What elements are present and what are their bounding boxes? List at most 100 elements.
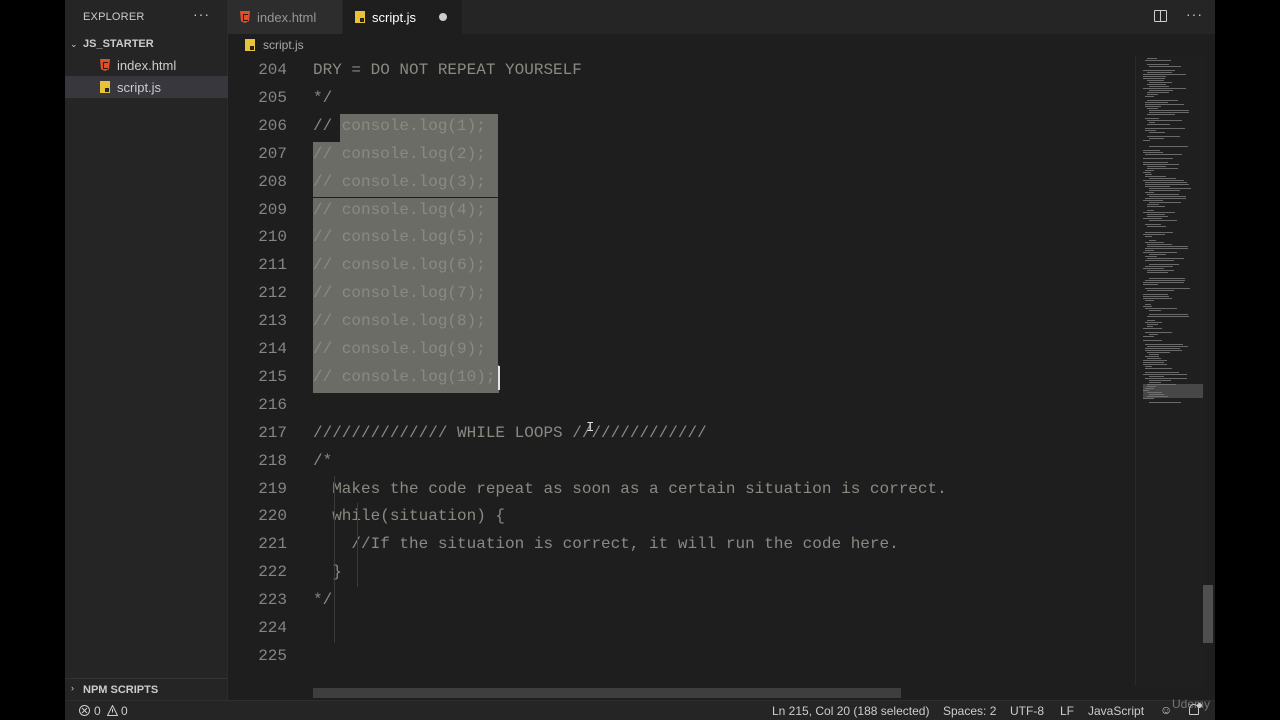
minimap-line: [1143, 172, 1151, 173]
minimap-line: [1149, 110, 1189, 111]
code-line[interactable]: 208 // console.log(3);: [228, 169, 1134, 197]
minimap-line: [1143, 362, 1164, 363]
line-number: 216: [258, 395, 287, 414]
minimap-line: [1143, 294, 1168, 295]
code-line[interactable]: 223 */: [228, 587, 1134, 615]
split-editor-icon[interactable]: [1154, 10, 1167, 22]
minimap-line: [1143, 164, 1179, 165]
js-file-icon: [355, 11, 365, 23]
minimap-line: [1143, 158, 1173, 159]
warning-icon[interactable]: [107, 705, 118, 716]
code-line[interactable]: 209 // console.log(4);: [228, 197, 1134, 225]
code-line[interactable]: 222 }: [228, 559, 1134, 587]
minimap-line: [1149, 314, 1188, 315]
minimap-line: [1143, 328, 1162, 329]
warning-count[interactable]: 0: [121, 704, 128, 718]
tab-label: index.html: [257, 10, 317, 25]
code-text: while(situation) {: [313, 507, 506, 526]
minimap-line: [1143, 88, 1186, 89]
code-text: }: [313, 563, 342, 582]
feedback-icon[interactable]: ☺: [1160, 703, 1172, 717]
minimap-line: [1145, 186, 1170, 187]
code-line[interactable]: 216: [228, 392, 1134, 420]
minimap-line: [1145, 192, 1154, 193]
minimap-line: [1145, 372, 1179, 373]
file-item-script-js[interactable]: script.js: [65, 76, 228, 98]
tab-index-html[interactable]: index.html: [228, 0, 343, 34]
line-number: 220: [258, 507, 287, 526]
encoding[interactable]: UTF-8: [1010, 704, 1044, 718]
code-line[interactable]: 211 // console.log(6);: [228, 252, 1134, 280]
minimap-line: [1147, 272, 1168, 273]
code-text: // console.log(4);: [313, 200, 486, 219]
error-icon[interactable]: [79, 705, 90, 716]
code-text: // console.log(7);: [313, 284, 486, 303]
minimap-line: [1143, 374, 1187, 375]
line-number: 210: [258, 228, 287, 247]
code-line[interactable]: 214 // console.log(9);: [228, 336, 1134, 364]
code-line[interactable]: 224: [228, 615, 1134, 643]
minimap-line: [1145, 322, 1162, 323]
code-text: Makes the code repeat as soon as a certa…: [313, 479, 947, 498]
error-count[interactable]: 0: [94, 704, 101, 718]
minimap-line: [1147, 108, 1158, 109]
minimap-line: [1149, 254, 1166, 255]
file-label: script.js: [117, 80, 162, 95]
folder-js-starter[interactable]: ⌄ JS_STARTER: [65, 36, 228, 54]
end-of-line[interactable]: LF: [1060, 704, 1074, 718]
file-item-index-html[interactable]: index.html: [65, 54, 228, 76]
code-line[interactable]: 212 // console.log(7);: [228, 280, 1134, 308]
code-line[interactable]: 210 // console.log(5);: [228, 224, 1134, 252]
minimap-line: [1145, 176, 1166, 177]
watermark: Udemy: [1172, 697, 1211, 711]
line-number: 225: [258, 646, 287, 665]
language-mode[interactable]: JavaScript: [1088, 704, 1144, 718]
npm-scripts-section[interactable]: › NPM SCRIPTS: [65, 678, 228, 698]
code-line[interactable]: 213 // console.log(8);: [228, 308, 1134, 336]
minimap[interactable]: [1135, 56, 1205, 686]
more-actions-icon[interactable]: ···: [1186, 6, 1203, 22]
line-number: 213: [258, 312, 287, 331]
code-editor[interactable]: 204 DRY = DO NOT REPEAT YOURSELF 205 */ 206 /…: [228, 56, 1134, 686]
minimap-line: [1149, 146, 1188, 147]
minimap-line: [1145, 260, 1174, 261]
indentation[interactable]: Spaces: 2: [943, 704, 996, 718]
code-text: ////////////// WHILE LOOPS /////////////…: [313, 423, 707, 442]
code-line[interactable]: 218 /*: [228, 448, 1134, 476]
minimap-line: [1147, 270, 1174, 271]
minimap-slider[interactable]: [1143, 384, 1203, 398]
status-bar: 0 0 Ln 215, Col 20 (188 selected) Spaces…: [65, 700, 1215, 720]
tab-script-js[interactable]: script.js: [343, 0, 462, 34]
code-line[interactable]: 220 while(situation) {: [228, 503, 1134, 531]
code-line[interactable]: 217 ////////////// WHILE LOOPS //////////…: [228, 420, 1134, 448]
minimap-line: [1147, 244, 1172, 245]
code-line[interactable]: 225: [228, 643, 1134, 671]
minimap-line: [1143, 364, 1167, 365]
minimap-line: [1145, 104, 1184, 105]
code-line[interactable]: 204 DRY = DO NOT REPEAT YOURSELF: [228, 57, 1134, 85]
unsaved-dot-icon[interactable]: [439, 13, 447, 21]
code-line[interactable]: 206 // console.log(1);: [228, 113, 1134, 141]
code-line[interactable]: 207 // console.log(2);: [228, 141, 1134, 169]
minimap-line: [1147, 114, 1175, 115]
code-line[interactable]: 215 // console.log(10);: [228, 364, 1134, 392]
code-line[interactable]: 205 */: [228, 85, 1134, 113]
cursor-position[interactable]: Ln 215, Col 20 (188 selected): [772, 704, 929, 718]
minimap-line: [1143, 336, 1154, 337]
explorer-more-icon[interactable]: ···: [193, 6, 210, 22]
minimap-line: [1147, 352, 1170, 353]
minimap-line: [1143, 218, 1162, 219]
minimap-line: [1147, 84, 1166, 85]
vscode-window: EXPLORER ··· ⌄ JS_STARTER index.html scr…: [65, 0, 1215, 720]
minimap-line: [1143, 282, 1184, 283]
breadcrumb-file[interactable]: script.js: [263, 38, 304, 52]
minimap-line: [1145, 366, 1152, 367]
horizontal-scrollbar[interactable]: [313, 688, 901, 698]
code-line[interactable]: 221 //If the situation is correct, it wi…: [228, 531, 1134, 559]
line-number: 219: [258, 479, 287, 498]
vertical-scrollbar[interactable]: [1203, 585, 1213, 643]
code-text: */: [313, 591, 333, 610]
indent-guide: [357, 503, 358, 588]
minimap-line: [1147, 58, 1157, 59]
code-line[interactable]: 219 Makes the code repeat as soon as a c…: [228, 476, 1134, 504]
